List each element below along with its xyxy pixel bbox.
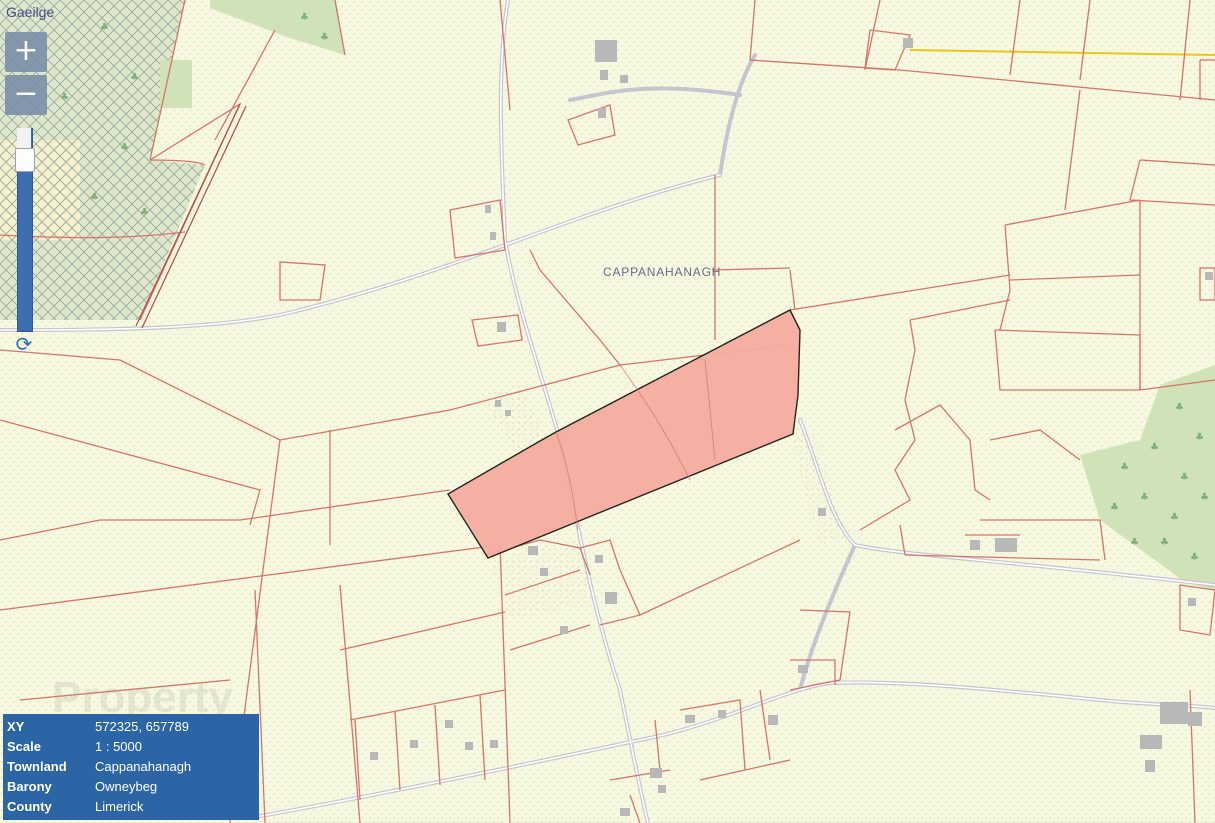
info-key: Townland: [7, 759, 67, 774]
svg-text:♣: ♣: [140, 207, 149, 218]
svg-text:♣: ♣: [100, 22, 109, 33]
svg-text:♣: ♣: [130, 72, 139, 83]
svg-text:♣: ♣: [1195, 432, 1204, 443]
townland-map-label: CAPPANAHANAGH: [603, 265, 721, 279]
zoom-out-button[interactable]: −: [5, 75, 47, 115]
svg-text:♣: ♣: [1200, 492, 1209, 503]
svg-text:♣: ♣: [1130, 537, 1139, 548]
svg-text:♣: ♣: [90, 192, 99, 203]
zoom-slider-top: [17, 128, 31, 148]
svg-text:♣: ♣: [1180, 472, 1189, 483]
svg-text:♣: ♣: [320, 32, 329, 43]
svg-text:♣: ♣: [1140, 492, 1149, 503]
info-key: Barony: [7, 779, 52, 794]
svg-text:♣: ♣: [1150, 442, 1159, 453]
zoom-slider-handle[interactable]: [15, 148, 35, 172]
info-key: XY: [7, 719, 25, 734]
svg-text:♣: ♣: [1160, 537, 1169, 548]
info-value: Owneybeg: [95, 779, 158, 794]
svg-text:♣: ♣: [1120, 462, 1129, 473]
svg-text:♣: ♣: [120, 142, 129, 153]
svg-text:♣: ♣: [1170, 512, 1179, 523]
svg-text:♣: ♣: [60, 92, 69, 103]
svg-text:♣: ♣: [1190, 552, 1199, 563]
svg-text:♣: ♣: [1175, 402, 1184, 413]
map-canvas[interactable]: ♣ ♣ ♣ ♣ ♣ ♣ ♣ ♣ ♣ ♣ ♣ ♣ ♣ ♣ ♣ ♣ ♣ ♣ ♣ ♣ CAPPANAHANAGH…: [0, 0, 1215, 823]
info-value: Limerick: [95, 799, 144, 814]
refresh-icon[interactable]: ⟳: [13, 334, 35, 354]
info-value: Cappanahanagh: [95, 759, 192, 774]
language-switch-link[interactable]: Gaeilge: [6, 4, 54, 20]
zoom-in-button[interactable]: +: [5, 32, 47, 72]
info-value: 1 : 5000: [95, 739, 142, 754]
info-key: Scale: [7, 739, 41, 754]
svg-text:♣: ♣: [1110, 502, 1119, 513]
info-value: 572325, 657789: [95, 719, 189, 734]
info-key: County: [7, 799, 52, 814]
svg-text:♣: ♣: [300, 12, 309, 23]
location-info-panel: XY 572325, 657789 Scale 1 : 5000 Townlan…: [3, 714, 259, 820]
